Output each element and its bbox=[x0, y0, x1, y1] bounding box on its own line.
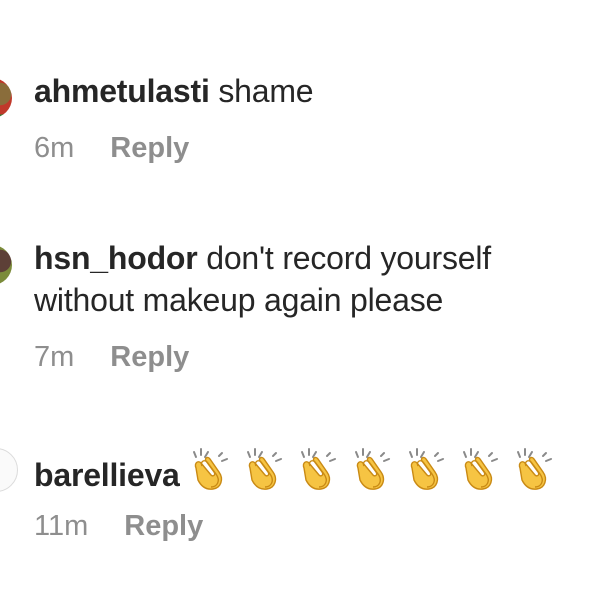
comment-username[interactable]: hsn_hodor bbox=[34, 240, 198, 276]
comment-meta: 6m Reply bbox=[34, 132, 189, 165]
reply-button[interactable]: Reply bbox=[124, 510, 203, 542]
clapping-hands-icon bbox=[456, 446, 502, 492]
avatar[interactable] bbox=[0, 78, 12, 118]
clapping-hands-icon bbox=[186, 446, 232, 492]
comment-text-block: barellieva bbox=[34, 446, 600, 502]
clapping-hands-icon bbox=[510, 446, 556, 492]
comment-text-block: hsn_hodor don't record yourself without … bbox=[34, 237, 586, 321]
comment-body: shame bbox=[218, 73, 314, 109]
comment-username[interactable]: barellieva bbox=[34, 457, 180, 493]
reply-button[interactable]: Reply bbox=[110, 341, 189, 373]
clapping-hands-icon bbox=[240, 446, 286, 492]
avatar[interactable] bbox=[0, 448, 18, 492]
comment-timestamp: 6m bbox=[34, 132, 75, 164]
clapping-hands-icon bbox=[294, 446, 340, 492]
comment-username[interactable]: ahmetulasti bbox=[34, 73, 210, 109]
reply-button[interactable]: Reply bbox=[110, 132, 189, 164]
clapping-hands-icon bbox=[402, 446, 448, 492]
clap-emoji-row bbox=[186, 446, 564, 502]
comment-timestamp: 11m bbox=[34, 510, 89, 542]
clapping-hands-icon bbox=[348, 446, 394, 492]
comment-meta: 7m Reply bbox=[34, 341, 189, 374]
comment-timestamp: 7m bbox=[34, 341, 75, 373]
avatar[interactable] bbox=[0, 245, 12, 285]
comment-text-block: ahmetulasti shame bbox=[34, 70, 586, 112]
comment-meta: 11m Reply bbox=[34, 510, 203, 543]
